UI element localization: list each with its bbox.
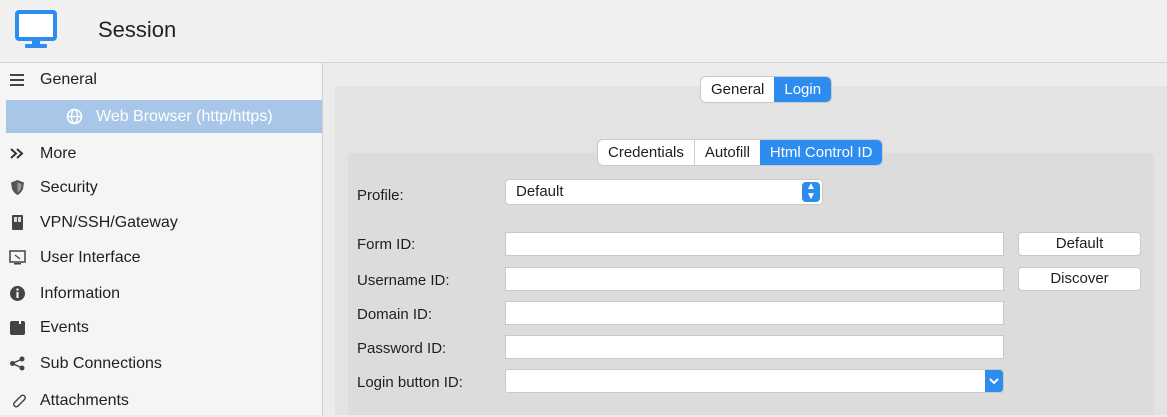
domain-id-label: Domain ID: (357, 306, 433, 323)
page-title: Session (98, 17, 177, 42)
sidebar-item-label: VPN/SSH/Gateway (40, 214, 178, 231)
login-button-id-dropdown[interactable] (505, 369, 1004, 393)
sidebar-item-label: More (40, 145, 77, 162)
up-down-arrows-icon: ▲ ▼ (802, 182, 820, 202)
default-button[interactable]: Default (1018, 232, 1141, 256)
share-icon (10, 356, 25, 371)
tab-autofill[interactable]: Autofill (693, 140, 760, 165)
sidebar-item-security[interactable]: Security (0, 171, 322, 204)
chevron-down-icon (985, 370, 1003, 392)
tab-credentials[interactable]: Credentials (598, 140, 694, 165)
sidebar-item-information[interactable]: Information (0, 277, 322, 310)
globe-icon (66, 108, 83, 125)
sidebar-item-general[interactable]: General (0, 63, 322, 96)
username-id-field[interactable] (505, 267, 1004, 291)
login-button-id-label: Login button ID: (357, 374, 463, 391)
form-id-field[interactable] (505, 232, 1004, 256)
info-icon (10, 286, 25, 301)
sidebar-item-label: Events (40, 319, 89, 336)
discover-button[interactable]: Discover (1018, 267, 1141, 291)
profile-label: Profile: (357, 187, 404, 204)
shield-icon (11, 180, 24, 195)
tab-login[interactable]: Login (774, 77, 832, 102)
sidebar-item-more[interactable]: More (0, 137, 322, 170)
sidebar-item-label: General (40, 71, 97, 88)
sidebar-item-events[interactable]: Events (0, 311, 322, 344)
screen-icon (9, 250, 26, 265)
monitor-icon (15, 10, 57, 48)
password-id-field[interactable] (505, 335, 1004, 359)
sidebar-item-label: Attachments (40, 392, 129, 409)
sidebar-item-user-interface[interactable]: User Interface (0, 241, 322, 274)
double-chevron-icon (10, 148, 24, 159)
sidebar-item-label: User Interface (40, 249, 141, 266)
sidebar-item-attachments[interactable]: Attachments (0, 384, 322, 417)
username-id-label: Username ID: (357, 272, 450, 289)
sidebar-item-web-browser[interactable]: Web Browser (http/https) (6, 100, 322, 133)
sidebar-item-label: Sub Connections (40, 355, 162, 372)
sidebar: General Web Browser (http/https) More Se… (0, 63, 323, 415)
top-tab-bar: General Login (701, 77, 832, 102)
sidebar-item-label: Web Browser (http/https) (96, 108, 273, 125)
tab-html-control-id[interactable]: Html Control ID (759, 140, 883, 165)
domain-id-field[interactable] (505, 301, 1004, 325)
form-id-label: Form ID: (357, 236, 416, 253)
window-header: Session (0, 0, 1167, 63)
gateway-icon (12, 215, 23, 230)
sidebar-item-label: Security (40, 179, 98, 196)
sidebar-item-label: Information (40, 285, 121, 302)
paperclip-icon (13, 394, 26, 408)
sidebar-item-sub-connections[interactable]: Sub Connections (0, 347, 322, 380)
password-id-label: Password ID: (357, 340, 447, 357)
tab-general[interactable]: General (701, 77, 774, 102)
events-icon (10, 320, 25, 335)
hamburger-icon (10, 74, 24, 86)
sidebar-item-vpn-ssh-gateway[interactable]: VPN/SSH/Gateway (0, 206, 322, 239)
profile-select-value: Default (516, 183, 564, 200)
sub-tab-bar: Credentials Autofill Html Control ID (598, 140, 883, 165)
profile-select[interactable]: Default ▲ ▼ (505, 179, 823, 205)
